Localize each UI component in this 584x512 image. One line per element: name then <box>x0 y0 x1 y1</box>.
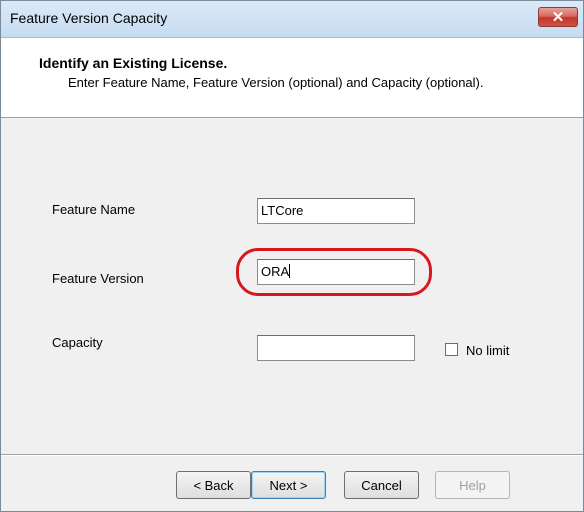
header-subtitle: Enter Feature Name, Feature Version (opt… <box>68 75 484 90</box>
back-button[interactable]: < Back <box>176 471 251 499</box>
feature-name-label: Feature Name <box>52 202 136 217</box>
no-limit-label: No limit <box>466 343 510 358</box>
title-bar: Feature Version Capacity ✕ <box>1 1 583 38</box>
next-button[interactable]: Next > <box>251 471 326 499</box>
help-button[interactable]: Help <box>435 471 510 499</box>
close-button[interactable]: ✕ <box>538 7 578 27</box>
feature-version-label: Feature Version <box>52 271 144 286</box>
feature-name-value: LTCore <box>261 203 304 218</box>
header-title: Identify an Existing License. <box>39 55 228 71</box>
footer-divider-highlight <box>1 455 583 456</box>
capacity-label: Capacity <box>52 335 103 350</box>
wizard-header: Identify an Existing License. Enter Feat… <box>1 38 583 118</box>
window-title: Feature Version Capacity <box>10 10 168 26</box>
capacity-input[interactable] <box>257 335 415 361</box>
highlight-annotation <box>236 248 432 296</box>
feature-name-input[interactable]: LTCore <box>257 198 415 224</box>
no-limit-checkbox[interactable] <box>445 343 458 356</box>
close-icon: ✕ <box>551 8 565 26</box>
dialog-window: Feature Version Capacity ✕ Identify an E… <box>0 0 584 512</box>
cancel-button[interactable]: Cancel <box>344 471 419 499</box>
